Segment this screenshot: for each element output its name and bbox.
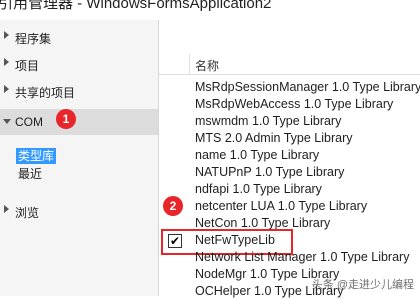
- row-name: MsRdpWebAccess 1.0 Type Library: [195, 97, 394, 111]
- sidebar-item-label: 程序集: [15, 32, 52, 46]
- annotation-badge-2: 2: [163, 196, 183, 216]
- list-row[interactable]: ndfapi 1.0 Type Library: [159, 181, 420, 198]
- sidebar-item-projects[interactable]: 项目: [0, 51, 158, 77]
- row-name: mswmdm 1.0 Type Library: [195, 114, 342, 128]
- window-title-bar: 引用管理器 - WindowsFormsApplication2: [0, 0, 420, 20]
- row-name: Network List Manager 1.0 Type Library: [195, 250, 410, 264]
- row-name: ndfapi 1.0 Type Library: [195, 182, 322, 196]
- type-library-list: 名称 MsRdpSessionManager 1.0 Type Library …: [159, 54, 420, 298]
- window-title: 引用管理器 - WindowsFormsApplication2: [0, 0, 272, 12]
- checkbox[interactable]: ✔: [168, 234, 182, 248]
- sidebar-item-shared-projects[interactable]: 共享的项目: [0, 78, 158, 104]
- list-row[interactable]: NATUPnP 1.0 Type Library: [159, 164, 420, 181]
- sidebar-item-label: 项目: [15, 59, 40, 73]
- annotation-badge-1: 1: [56, 109, 76, 129]
- expand-arrow-icon[interactable]: [4, 58, 9, 66]
- list-row[interactable]: Network List Manager 1.0 Type Library: [159, 249, 420, 266]
- list-row[interactable]: MsRdpSessionManager 1.0 Type Library: [159, 79, 420, 96]
- sidebar-item-label: 浏览: [15, 206, 40, 220]
- sidebar-item-com[interactable]: COM: [0, 109, 158, 135]
- list-header: 名称: [159, 54, 420, 75]
- sidebar-item-assemblies[interactable]: 程序集: [0, 24, 158, 50]
- row-name: netcenter LUA 1.0 Type Library: [195, 199, 368, 213]
- row-name: NetFwTypeLib: [195, 233, 275, 247]
- sidebar: 程序集 项目 共享的项目 COM 1 类型库 最近 浏览: [0, 20, 159, 296]
- sidebar-item-label: COM: [15, 115, 43, 129]
- expand-arrow-icon[interactable]: [4, 31, 9, 39]
- list-row[interactable]: netcenter LUA 1.0 Type Library: [159, 198, 420, 215]
- row-name: MsRdpSessionManager 1.0 Type Library: [195, 80, 420, 94]
- sidebar-subitem-recent[interactable]: 最近: [16, 166, 44, 182]
- expand-arrow-icon[interactable]: [4, 205, 9, 213]
- list-row[interactable]: mswmdm 1.0 Type Library: [159, 113, 420, 130]
- row-name: name 1.0 Type Library: [195, 148, 320, 162]
- list-row[interactable]: MsRdpWebAccess 1.0 Type Library: [159, 96, 420, 113]
- column-divider[interactable]: [189, 54, 190, 74]
- row-name: NATUPnP 1.0 Type Library: [195, 165, 345, 179]
- list-row[interactable]: MTS 2.0 Admin Type Library: [159, 130, 420, 147]
- sidebar-item-browse[interactable]: 浏览: [0, 198, 158, 224]
- sidebar-subitem-type-libraries[interactable]: 类型库: [16, 148, 57, 164]
- list-row[interactable]: name 1.0 Type Library: [159, 147, 420, 164]
- collapse-arrow-icon[interactable]: [3, 119, 11, 124]
- column-header-name[interactable]: 名称: [195, 57, 219, 74]
- row-name: MTS 2.0 Admin Type Library: [195, 131, 353, 145]
- list-row-selected[interactable]: ✔ NetFwTypeLib: [159, 229, 420, 255]
- sidebar-item-label: 共享的项目: [15, 86, 76, 100]
- watermark: 头条 @走进少儿编程: [311, 279, 414, 291]
- expand-arrow-icon[interactable]: [4, 85, 9, 93]
